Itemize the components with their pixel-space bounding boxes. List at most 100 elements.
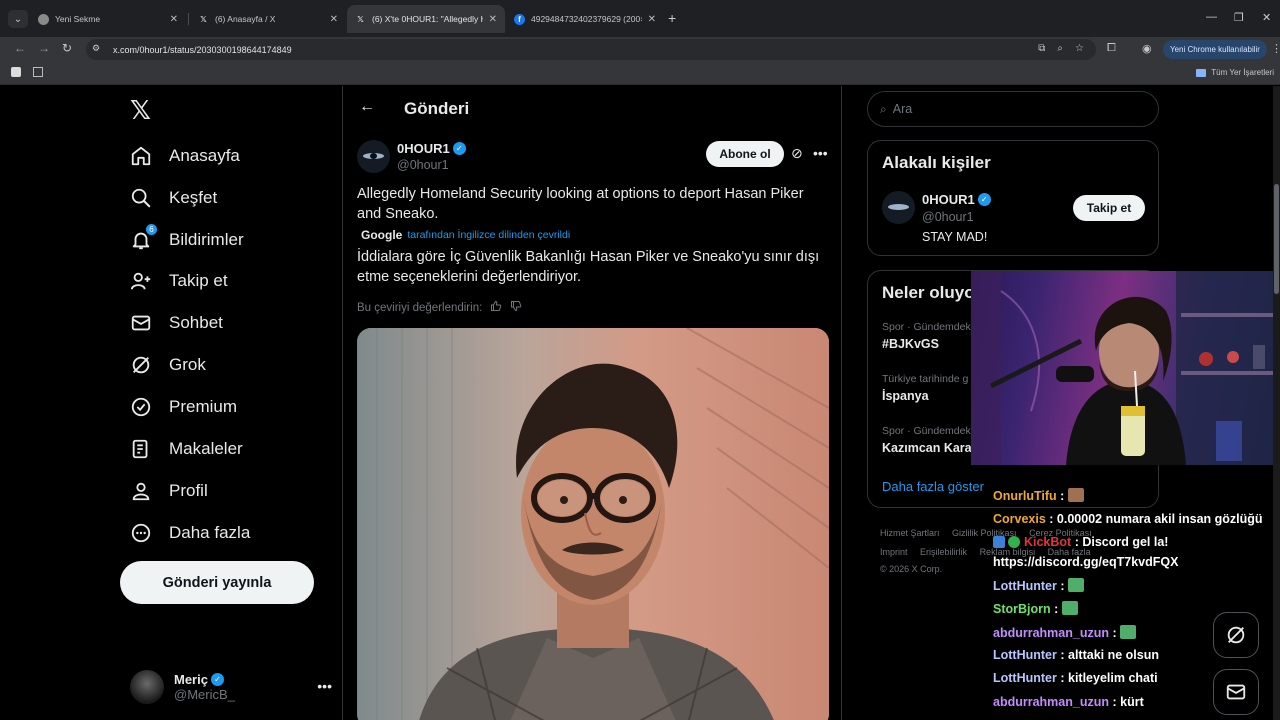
- x-logo-icon[interactable]: 𝕏: [130, 96, 151, 126]
- page-scrollbar[interactable]: [1273, 86, 1280, 720]
- chat-text: : 0.00002 numara akil insan gözlüğü: [1049, 512, 1263, 526]
- tab-separator: [188, 13, 189, 25]
- translation-attribution: Google tarafından İngilizce dilinden çev…: [361, 228, 570, 242]
- close-window-icon[interactable]: ✕: [1262, 11, 1271, 24]
- footer-link[interactable]: Imprint: [880, 547, 908, 557]
- back-icon[interactable]: ←: [14, 41, 26, 55]
- grok-explain-icon[interactable]: ⊘: [791, 145, 803, 162]
- close-tab-icon[interactable]: ✕: [170, 14, 178, 25]
- grok-floating-button[interactable]: [1213, 612, 1259, 658]
- close-tab-icon[interactable]: ✕: [648, 14, 656, 25]
- menu-kebab-icon[interactable]: ⋮: [1271, 42, 1280, 55]
- chat-message: KickBot : Discord gel la!: [993, 535, 1168, 549]
- nav-item-profile[interactable]: Profil: [130, 476, 208, 506]
- author-name[interactable]: 0HOUR1 ✓: [397, 141, 466, 156]
- subscribe-button[interactable]: Abone ol: [706, 141, 784, 167]
- address-bar[interactable]: ⚙ x.com/0hour1/status/203030019864417484…: [86, 39, 1096, 60]
- account-handle: @MericB_: [174, 687, 235, 702]
- chat-text: : kürt: [1112, 695, 1144, 709]
- left-navigation: 𝕏 Anasayfa Keşfet 6 Bildirimler Takip et…: [120, 86, 342, 720]
- thumbs-up-icon[interactable]: [490, 300, 502, 315]
- trend-item[interactable]: İspanya: [882, 389, 929, 403]
- post-author[interactable]: 0HOUR1 ✓ @0hour1: [357, 140, 466, 173]
- messages-floating-button[interactable]: [1213, 669, 1259, 715]
- footer-link[interactable]: Erişilebilirlik: [920, 547, 967, 557]
- follow-button[interactable]: Takip et: [1073, 195, 1145, 221]
- chat-link[interactable]: https://discord.gg/eqT7kvdFQX: [993, 555, 1178, 569]
- nav-item-more[interactable]: Daha fazla: [130, 518, 250, 548]
- nav-item-chat[interactable]: Sohbet: [130, 308, 223, 338]
- nav-item-articles[interactable]: Makaleler: [130, 434, 243, 464]
- minimize-icon[interactable]: —: [1206, 11, 1217, 23]
- trend-item[interactable]: #BJKvGS: [882, 337, 939, 351]
- chat-username: abdurrahman_uzun: [993, 695, 1109, 709]
- chat-text: : kitleyelim chati: [1060, 671, 1158, 685]
- rate-translation: Bu çeviriyi değerlendirin:: [357, 300, 522, 315]
- author-avatar[interactable]: [357, 140, 390, 173]
- close-tab-icon[interactable]: ✕: [489, 14, 497, 25]
- restore-icon[interactable]: ❐: [1234, 11, 1244, 24]
- site-info-icon[interactable]: ⚙: [92, 43, 105, 56]
- chat-message: abdurrahman_uzun : kürt: [993, 695, 1144, 709]
- tab-x-post[interactable]: 𝕏 (6) X'te 0HOUR1: "Allegedly Ho ✕: [347, 5, 505, 33]
- chat-text: : alttaki ne olsun: [1060, 648, 1159, 662]
- emote-icon: [1120, 625, 1137, 639]
- nav-item-notifications[interactable]: 6 Bildirimler: [130, 223, 244, 255]
- chat-message: LottHunter : alttaki ne olsun: [993, 648, 1159, 662]
- show-more-link[interactable]: Daha fazla göster: [882, 479, 984, 494]
- nav-item-premium[interactable]: Premium: [130, 392, 237, 422]
- all-bookmarks-button[interactable]: Tüm Yer İşaretleri: [1196, 68, 1274, 77]
- trend-item[interactable]: Kazımcan Kara: [882, 441, 972, 455]
- search-icon: ⌕: [880, 101, 887, 116]
- footer-link[interactable]: Hizmet Şartları: [880, 528, 940, 538]
- post-button[interactable]: Gönderi yayınla: [120, 561, 314, 604]
- chat-username: LottHunter: [993, 579, 1057, 593]
- trend-category: Spor · Gündemdek: [882, 425, 971, 437]
- tab-new-tab[interactable]: Yeni Sekme ✕: [30, 5, 186, 33]
- post-more-icon[interactable]: •••: [813, 145, 828, 161]
- post-image[interactable]: [357, 328, 829, 720]
- tab-x-home[interactable]: 𝕏 (6) Anasayfa / X ✕: [190, 5, 346, 33]
- account-text: Meriç ✓ @MericB_: [174, 672, 235, 702]
- tab-search-button[interactable]: ⌄: [8, 10, 28, 28]
- account-switcher[interactable]: Meriç ✓ @MericB_ •••: [130, 670, 332, 704]
- search-box[interactable]: ⌕: [867, 91, 1159, 127]
- thumbs-down-icon[interactable]: [510, 300, 522, 315]
- verified-badge-icon: [1008, 536, 1021, 548]
- copyright: © 2026 X Corp.: [880, 564, 943, 574]
- verified-badge-icon: ✓: [210, 673, 224, 686]
- follow-icon: [130, 270, 152, 292]
- scrollbar-thumb[interactable]: [1274, 184, 1279, 294]
- more-options-icon[interactable]: •••: [317, 678, 332, 694]
- nav-item-home[interactable]: Anasayfa: [130, 141, 240, 171]
- show-original-link[interactable]: tarafından İngilizce dilinden çevrildi: [407, 229, 570, 241]
- search-input[interactable]: [892, 102, 1133, 116]
- tab-facebook-image[interactable]: f 4929484732402379629 (200×2 ✕: [506, 5, 664, 33]
- reload-icon[interactable]: ↻: [62, 41, 72, 55]
- bot-badge-icon: [993, 536, 1005, 548]
- apps-grid-icon[interactable]: [33, 67, 43, 77]
- chrome-icon: [38, 13, 49, 25]
- tab-title: (6) X'te 0HOUR1: "Allegedly Ho: [372, 14, 483, 24]
- related-avatar[interactable]: [882, 191, 915, 224]
- nav-item-explore[interactable]: Keşfet: [130, 183, 217, 213]
- related-people-card: Alakalı kişiler 0HOUR1 ✓ @0hour1 STAY MA…: [867, 140, 1159, 256]
- bookmark-page-icon[interactable]: [11, 67, 21, 77]
- close-tab-icon[interactable]: ✕: [330, 14, 338, 25]
- profile-icon[interactable]: ◉: [1142, 42, 1152, 55]
- forward-icon[interactable]: →: [38, 41, 50, 55]
- zoom-icon[interactable]: ⌕: [1057, 43, 1063, 54]
- bookmark-star-icon[interactable]: ☆: [1075, 43, 1084, 54]
- install-app-icon[interactable]: ⧉: [1038, 43, 1045, 54]
- bell-icon: 6: [130, 223, 158, 251]
- tab-title: (6) Anasayfa / X: [215, 14, 276, 24]
- chat-text: :: [1060, 579, 1065, 593]
- related-name[interactable]: 0HOUR1 ✓: [922, 192, 991, 207]
- nav-item-grok[interactable]: Grok: [130, 350, 206, 380]
- extensions-icon[interactable]: ⧠: [1107, 42, 1116, 55]
- grok-icon: [130, 354, 152, 376]
- nav-item-follow[interactable]: Takip et: [130, 266, 228, 296]
- new-tab-icon[interactable]: +: [668, 10, 676, 26]
- back-arrow-icon[interactable]: ←: [359, 98, 375, 116]
- update-chrome-button[interactable]: Yeni Chrome kullanılabilir: [1163, 40, 1267, 59]
